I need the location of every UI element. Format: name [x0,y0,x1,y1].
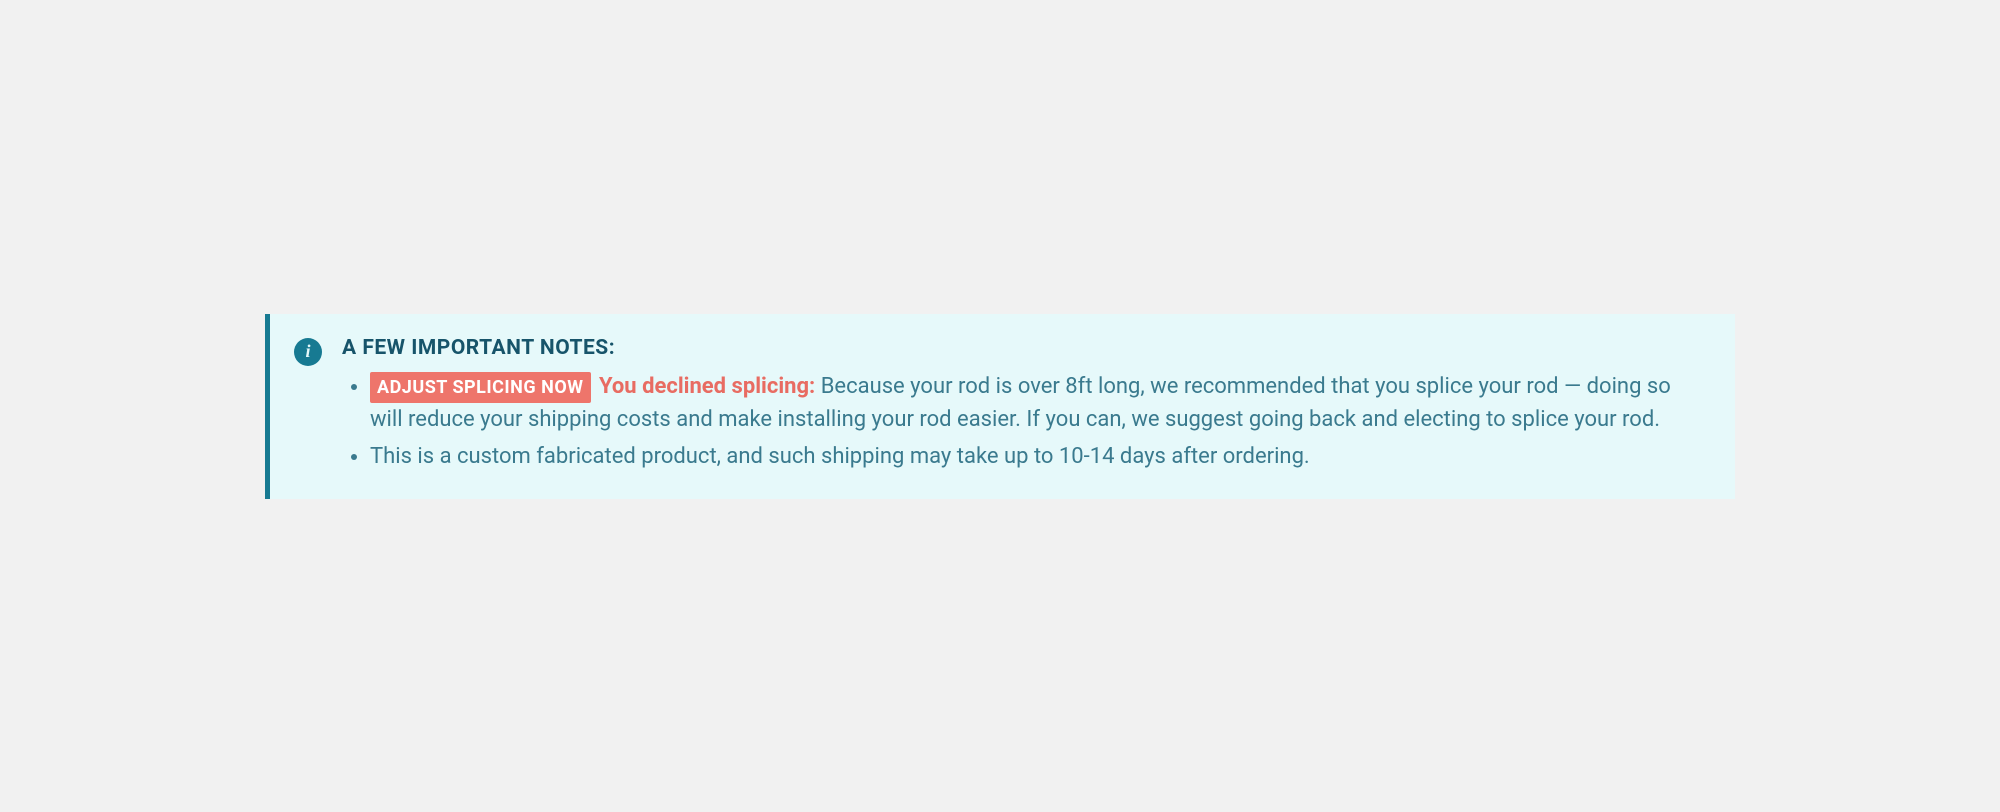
info-icon: i [294,338,322,366]
adjust-splicing-button[interactable]: ADJUST SPLICING NOW [370,372,591,403]
list-item: ADJUST SPLICING NOW You declined splicin… [370,370,1705,436]
alert-content: A FEW IMPORTANT NOTES: ADJUST SPLICING N… [342,336,1705,477]
list-item: This is a custom fabricated product, and… [370,440,1705,473]
note-body: This is a custom fabricated product, and… [370,444,1310,469]
info-alert: i A FEW IMPORTANT NOTES: ADJUST SPLICING… [265,314,1735,499]
alert-heading: A FEW IMPORTANT NOTES: [342,336,1705,360]
notes-list: ADJUST SPLICING NOW You declined splicin… [342,370,1705,473]
warning-label: You declined splicing: [599,374,815,399]
